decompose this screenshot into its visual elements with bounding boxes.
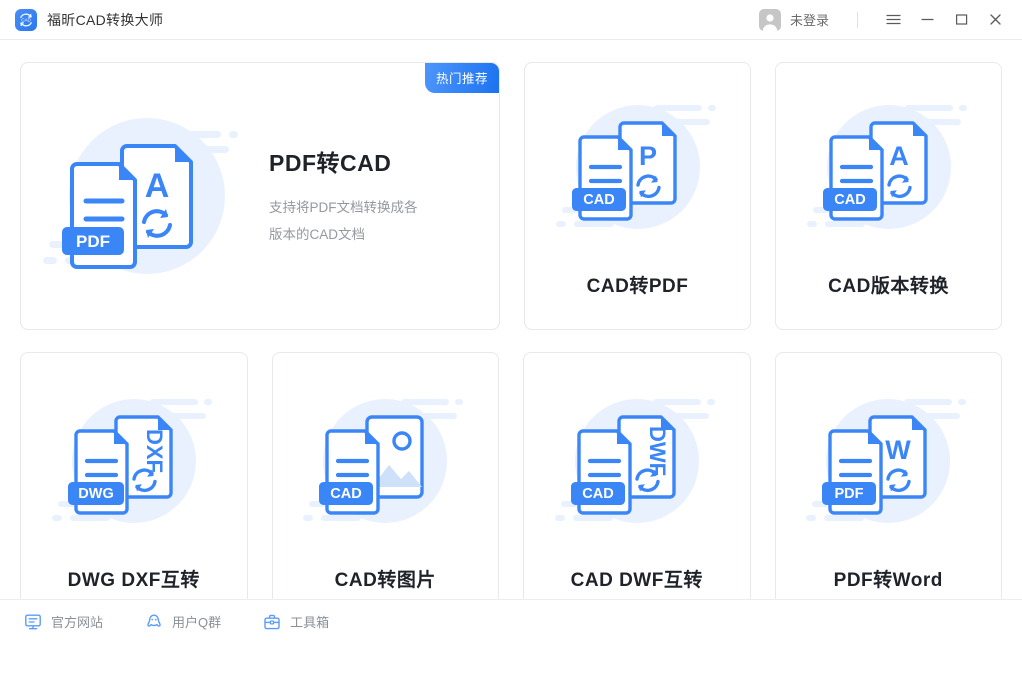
card-cad-to-image[interactable]: CAD CAD转图片: [272, 352, 500, 620]
svg-text:A: A: [145, 167, 170, 205]
title-bar: CAD 福昕CAD转换大师 未登录: [0, 0, 1022, 40]
svg-text:CAD: CAD: [21, 17, 31, 22]
footer-item-official-website[interactable]: 官方网站: [24, 612, 103, 631]
svg-text:PDF: PDF: [76, 232, 110, 251]
card-pdf-to-cad[interactable]: 热门推荐 A: [20, 62, 500, 330]
svg-text:CAD: CAD: [834, 192, 865, 208]
card-title: CAD DWF互转: [571, 565, 703, 592]
footer-item-toolbox[interactable]: 工具箱: [263, 612, 329, 631]
svg-text:DXF: DXF: [142, 429, 167, 473]
user-avatar-icon[interactable]: [759, 9, 781, 31]
card-dwg-dxf-convert[interactable]: DXF DWG DWG DXF互转: [20, 352, 248, 620]
card-description-line1: 支持将PDF文档转换成各: [269, 194, 418, 221]
monitor-icon: [24, 613, 42, 631]
minimize-icon[interactable]: [910, 5, 944, 35]
card-title: DWG DXF互转: [68, 565, 200, 592]
titlebar-divider: [857, 12, 858, 28]
cad-to-image-icon: CAD: [297, 389, 473, 539]
svg-text:CAD: CAD: [331, 486, 362, 502]
footer-bar: 官方网站 用户Q群 工具箱: [0, 599, 1022, 643]
card-title: CAD转图片: [335, 565, 436, 592]
svg-text:P: P: [638, 141, 656, 171]
card-row-top: 热门推荐 A: [20, 62, 1002, 330]
card-cad-to-pdf[interactable]: P CAD CAD转PDF: [524, 62, 751, 330]
svg-text:PDF: PDF: [835, 486, 864, 502]
dwg-dxf-convert-icon: DXF DWG: [46, 389, 222, 539]
penguin-icon: [145, 613, 163, 631]
pdf-to-word-icon: W PDF: [800, 389, 976, 539]
titlebar-right-group: 未登录: [759, 0, 1022, 40]
svg-text:A: A: [889, 141, 909, 171]
card-title: PDF转Word: [834, 565, 943, 592]
cad-dwf-convert-icon: DWF CAD: [549, 389, 725, 539]
cad-version-convert-icon: A CAD: [801, 95, 977, 245]
footer-item-label: 官方网站: [51, 612, 103, 631]
pdf-to-cad-icon: A PDF: [43, 101, 251, 291]
card-cad-version-convert[interactable]: A CAD CAD版本转换: [775, 62, 1002, 330]
login-status-label[interactable]: 未登录: [790, 10, 829, 29]
card-description-line2: 版本的CAD文档: [269, 221, 418, 248]
card-cad-dwf-convert[interactable]: DWF CAD CAD DWF互转: [523, 352, 751, 620]
app-title: 福昕CAD转换大师: [47, 10, 163, 30]
cad-to-pdf-icon: P CAD: [550, 95, 726, 245]
footer-item-label: 用户Q群: [172, 612, 221, 631]
card-row-bottom: DXF DWG DWG DXF互转: [20, 352, 1002, 620]
svg-text:DWG: DWG: [78, 486, 113, 502]
maximize-icon[interactable]: [944, 5, 978, 35]
card-description: 支持将PDF文档转换成各 版本的CAD文档: [269, 194, 418, 248]
card-title: CAD转PDF: [587, 271, 689, 298]
svg-text:CAD: CAD: [583, 192, 614, 208]
hamburger-menu-icon[interactable]: [876, 5, 910, 35]
footer-item-user-qq-group[interactable]: 用户Q群: [145, 612, 221, 631]
close-icon[interactable]: [978, 5, 1012, 35]
toolbox-icon: [263, 613, 281, 631]
main-content: 热门推荐 A: [0, 40, 1022, 643]
card-title: CAD版本转换: [828, 271, 949, 298]
app-logo-icon: CAD: [15, 9, 37, 31]
footer-item-label: 工具箱: [290, 612, 329, 631]
featured-text-block: PDF转CAD 支持将PDF文档转换成各 版本的CAD文档: [269, 144, 430, 248]
svg-text:W: W: [886, 435, 912, 465]
hot-recommend-badge: 热门推荐: [425, 63, 499, 93]
card-title: PDF转CAD: [269, 144, 418, 178]
card-pdf-to-word[interactable]: W PDF PDF转Word: [775, 352, 1003, 620]
svg-text:CAD: CAD: [582, 486, 613, 502]
